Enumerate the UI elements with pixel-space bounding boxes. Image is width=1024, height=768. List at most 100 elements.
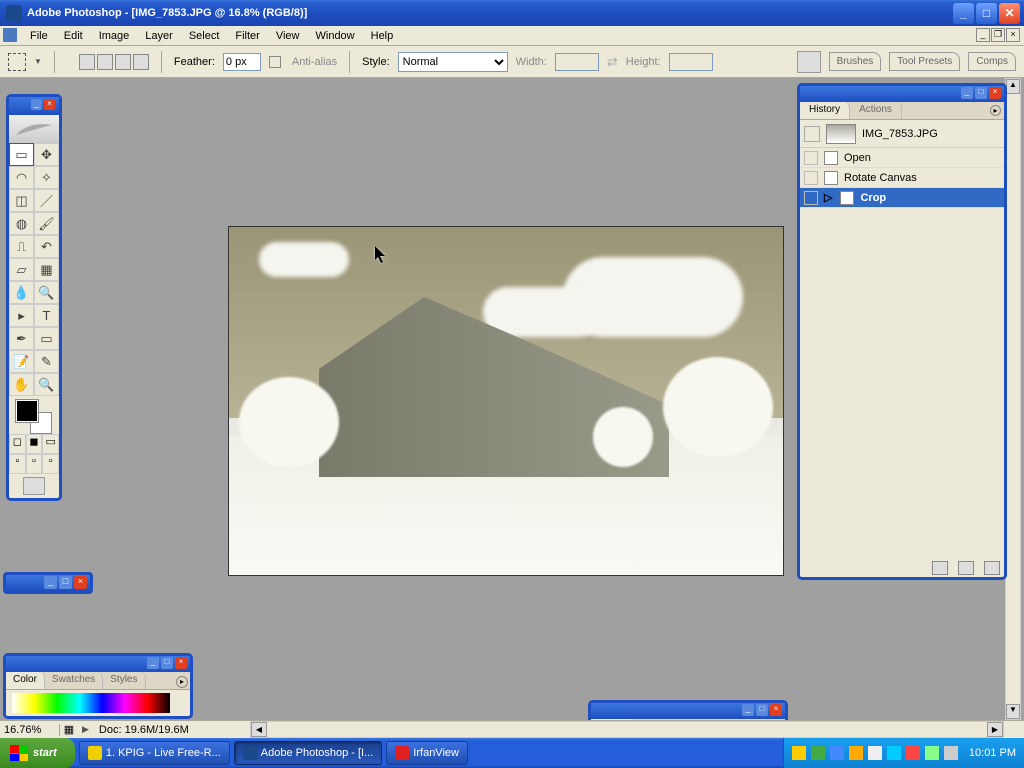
menu-edit[interactable]: Edit [56, 28, 91, 44]
panel-close-button[interactable]: × [74, 576, 87, 589]
standard-mode-button[interactable]: ◻ [9, 434, 26, 454]
panel-minimize-button[interactable]: _ [147, 657, 159, 669]
screen-mode-button[interactable]: ▭ [42, 434, 59, 454]
quickmask-mode-button[interactable]: ◼ [26, 434, 43, 454]
screenmode-full[interactable]: ▫ [42, 454, 59, 474]
tray-icon[interactable] [868, 746, 882, 760]
selection-new-icon[interactable] [79, 54, 95, 70]
path-selection-tool[interactable]: ▸ [9, 304, 34, 327]
tray-icon[interactable] [906, 746, 920, 760]
tray-icon[interactable] [792, 746, 806, 760]
panel-maximize-button[interactable]: □ [756, 704, 768, 716]
toolbox-minimize-button[interactable]: _ [31, 99, 42, 110]
delete-state-button[interactable] [984, 561, 1000, 575]
panel-menu-icon[interactable]: ▸ [990, 105, 1001, 116]
panel-close-button[interactable]: × [989, 87, 1001, 99]
history-item-rotate-canvas[interactable]: Rotate Canvas [800, 168, 1004, 188]
screenmode-standard[interactable]: ▫ [9, 454, 26, 474]
new-document-from-state-button[interactable] [932, 561, 948, 575]
panel-minimize-button[interactable]: _ [742, 704, 754, 716]
marquee-tool-icon[interactable] [8, 53, 26, 71]
scroll-up-icon[interactable]: ▲ [1006, 79, 1020, 94]
hand-tool[interactable]: ✋ [9, 373, 34, 396]
style-select[interactable]: Normal [398, 52, 508, 72]
window-maximize-button[interactable]: □ [976, 3, 997, 24]
lasso-tool[interactable]: ◠ [9, 166, 34, 189]
panel-minimize-button[interactable]: _ [44, 576, 57, 589]
history-brush-tool[interactable]: ↶ [34, 235, 59, 258]
color-swatches[interactable] [9, 396, 59, 434]
color-spectrum[interactable] [12, 693, 170, 713]
tray-icon[interactable] [887, 746, 901, 760]
crop-tool[interactable]: ◫ [9, 189, 34, 212]
panel-maximize-button[interactable]: □ [59, 576, 72, 589]
screenmode-full-menubar[interactable]: ▫ [26, 454, 43, 474]
pen-tool[interactable]: ✒ [9, 327, 34, 350]
panel-close-button[interactable]: × [770, 704, 782, 716]
tray-icon[interactable] [830, 746, 844, 760]
gradient-tool[interactable]: ▦ [34, 258, 59, 281]
start-button[interactable]: start [0, 738, 75, 768]
taskbar-item-irfanview[interactable]: IrfanView [386, 741, 468, 765]
document-info[interactable]: Doc: 19.6M/19.6M [89, 724, 259, 736]
actions-tab[interactable]: Actions [850, 102, 902, 119]
panel-maximize-button[interactable]: □ [975, 87, 987, 99]
selection-intersect-icon[interactable] [133, 54, 149, 70]
selection-subtract-icon[interactable] [115, 54, 131, 70]
scroll-down-icon[interactable]: ▼ [1006, 704, 1020, 719]
vertical-scrollbar[interactable]: ▲ ▼ [1005, 78, 1021, 720]
history-tab[interactable]: History [800, 102, 850, 119]
type-tool[interactable]: T [34, 304, 59, 327]
panel-maximize-button[interactable]: □ [161, 657, 173, 669]
menu-filter[interactable]: Filter [227, 28, 267, 44]
magic-wand-tool[interactable]: ✧ [34, 166, 59, 189]
history-item-crop[interactable]: ▷ Crop [800, 188, 1004, 208]
styles-tab[interactable]: Styles [103, 672, 145, 689]
menu-layer[interactable]: Layer [137, 28, 181, 44]
panel-close-button[interactable]: × [175, 657, 187, 669]
brushes-tab[interactable]: Brushes [829, 52, 882, 71]
scroll-right-icon[interactable]: ▶ [987, 722, 1003, 737]
scroll-left-icon[interactable]: ◀ [251, 722, 267, 737]
clone-stamp-tool[interactable]: ⎍ [9, 235, 34, 258]
shape-tool[interactable]: ▭ [34, 327, 59, 350]
jump-to-imageready-button[interactable] [23, 477, 45, 495]
menu-file[interactable]: File [22, 28, 56, 44]
panel-minimize-button[interactable]: _ [961, 87, 973, 99]
navigator-panel-collapsed[interactable]: _ □ × [3, 572, 93, 594]
dodge-tool[interactable]: 🔍 [34, 281, 59, 304]
tray-icon[interactable] [925, 746, 939, 760]
blur-tool[interactable]: 💧 [9, 281, 34, 304]
clock[interactable]: 10:01 PM [969, 747, 1016, 759]
zoom-level[interactable]: 16.76% [0, 724, 60, 736]
history-source-checkbox[interactable] [804, 171, 818, 185]
status-icon[interactable]: ▦ [60, 723, 78, 736]
color-tab[interactable]: Color [6, 672, 45, 689]
tool-presets-tab[interactable]: Tool Presets [889, 52, 960, 71]
notes-tool[interactable]: 📝 [9, 350, 34, 373]
mdi-restore-button[interactable]: ❐ [991, 28, 1005, 42]
palette-well-button[interactable] [797, 51, 821, 73]
zoom-tool[interactable]: 🔍 [34, 373, 59, 396]
history-item-open[interactable]: Open [800, 148, 1004, 168]
eyedropper-tool[interactable]: ✎ [34, 350, 59, 373]
volume-icon[interactable] [944, 746, 958, 760]
history-source-checkbox[interactable] [804, 191, 818, 205]
taskbar-item-kpig[interactable]: 1. KPIG - Live Free-R... [79, 741, 230, 765]
menu-image[interactable]: Image [91, 28, 138, 44]
new-snapshot-button[interactable] [958, 561, 974, 575]
window-minimize-button[interactable]: _ [953, 3, 974, 24]
history-brush-source-icon[interactable] [804, 126, 820, 142]
dropdown-arrow-icon[interactable]: ▼ [34, 57, 42, 66]
mdi-close-button[interactable]: × [1006, 28, 1020, 42]
status-menu-arrow-icon[interactable]: ▶ [82, 724, 89, 735]
brush-tool[interactable]: 🖌 [34, 212, 59, 235]
slice-tool[interactable]: ／ [34, 189, 59, 212]
window-close-button[interactable]: ✕ [999, 3, 1020, 24]
feather-input[interactable] [223, 53, 261, 71]
menu-help[interactable]: Help [363, 28, 402, 44]
swatches-tab[interactable]: Swatches [45, 672, 103, 689]
move-tool[interactable]: ✥ [34, 143, 59, 166]
taskbar-item-photoshop[interactable]: Adobe Photoshop - [I... [234, 741, 383, 765]
tray-icon[interactable] [849, 746, 863, 760]
